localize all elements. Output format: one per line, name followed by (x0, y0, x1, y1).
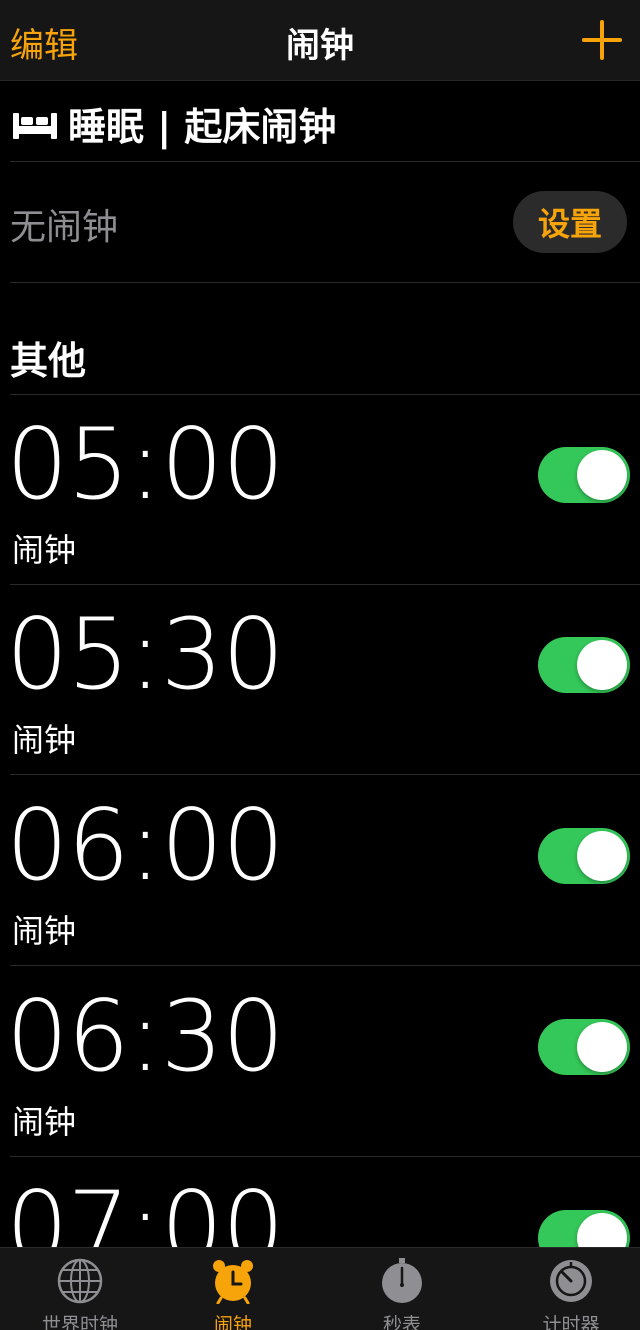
divider (10, 161, 640, 162)
sleep-section-header: 睡眠 | 起床闹钟 (12, 98, 337, 149)
alarm-time: 05:00 (6, 408, 284, 522)
divider (10, 282, 640, 283)
alarm-row[interactable]: 05:00 闹钟 (0, 395, 640, 585)
sleep-section-title: 睡眠 | 起床闹钟 (68, 104, 337, 149)
tab-stopwatch[interactable]: 秒表 (322, 1248, 482, 1330)
alarm-screen: 编辑 闹钟 睡眠 | 起床闹钟 无闹钟 设置 其他 05:00 闹钟 05:30… (0, 0, 640, 1330)
alarm-time: 05:30 (6, 598, 284, 712)
add-alarm-button[interactable] (580, 18, 624, 62)
tab-label: 闹钟 (213, 1314, 252, 1330)
alarm-time: 06:30 (6, 980, 284, 1094)
no-alarm-text: 无闹钟 (10, 207, 119, 248)
stopwatch-icon (382, 1258, 422, 1303)
alarm-clock-icon (213, 1260, 253, 1304)
alarm-label: 闹钟 (12, 721, 77, 759)
tab-label: 秒表 (382, 1314, 421, 1330)
alarm-time: 06:00 (6, 789, 284, 903)
page-title: 闹钟 (286, 26, 354, 66)
setup-button[interactable]: 设置 (513, 191, 627, 253)
alarm-row[interactable]: 05:30 闹钟 (0, 585, 640, 775)
tab-label: 世界时钟 (41, 1314, 118, 1330)
alarm-toggle[interactable] (538, 828, 630, 884)
timer-icon (550, 1260, 592, 1302)
alarm-toggle[interactable] (538, 1019, 630, 1075)
bed-icon (13, 113, 57, 139)
tab-label: 计时器 (542, 1314, 600, 1330)
alarm-label: 闹钟 (12, 1103, 77, 1141)
divider (10, 965, 640, 966)
alarm-toggle[interactable] (538, 637, 630, 693)
divider (10, 774, 640, 775)
alarm-toggle[interactable] (538, 447, 630, 503)
navigation-bar: 编辑 闹钟 (0, 0, 640, 81)
tab-bar: 世界时钟 闹钟 秒表 计时器 (0, 1247, 640, 1330)
divider (10, 1156, 640, 1157)
toggle-knob (577, 831, 627, 881)
tab-timer[interactable]: 计时器 (491, 1248, 640, 1330)
toggle-knob (577, 450, 627, 500)
alarm-label: 闹钟 (12, 531, 77, 569)
globe-icon (57, 1258, 103, 1304)
toggle-knob (577, 1022, 627, 1072)
tab-alarm[interactable]: 闹钟 (153, 1248, 313, 1330)
other-section-header: 其他 (10, 339, 87, 383)
alarm-row[interactable]: 06:30 闹钟 (0, 967, 640, 1157)
tab-world-clock[interactable]: 世界时钟 (0, 1248, 160, 1330)
alarm-row[interactable]: 06:00 闹钟 (0, 776, 640, 966)
toggle-knob (577, 640, 627, 690)
alarm-label: 闹钟 (12, 912, 77, 950)
